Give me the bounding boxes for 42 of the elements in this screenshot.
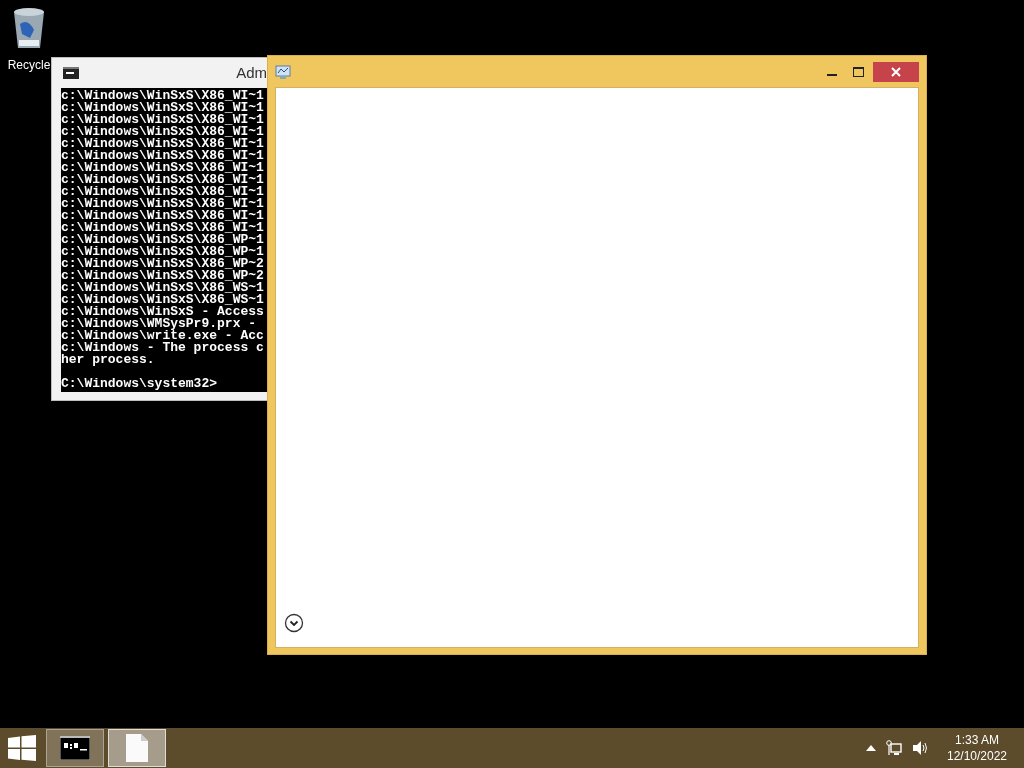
- console-line: c:\Windows\WinSxS\X86_WI~1: [61, 102, 264, 114]
- close-button[interactable]: [873, 61, 919, 82]
- maximize-icon: [852, 66, 864, 77]
- console-line: c:\Windows\WinSxS\X86_WI~1: [61, 186, 264, 198]
- chevron-down-button[interactable]: [284, 613, 304, 633]
- console-line: c:\Windows\WinSxS\X86_WI~1: [61, 210, 264, 222]
- clock-date[interactable]: 12/10/2022: [938, 748, 1016, 764]
- chart-icon: [275, 64, 291, 79]
- console-line: c:\Windows\WinSxS\X86_WI~1: [61, 198, 264, 210]
- console-prompt: C:\Windows\system32>: [61, 378, 218, 390]
- console-line: c:\Windows\WinSxS\X86_WI~1: [61, 150, 264, 162]
- console-line: her process.: [61, 354, 155, 366]
- console-icon: [60, 736, 90, 760]
- console-line: c:\Windows - The process c: [61, 342, 264, 354]
- window-title: Adm: [236, 62, 267, 83]
- console-line: c:\Windows\write.exe - Acc: [61, 330, 264, 342]
- console-line: c:\Windows\WinSxS\X86_WI~1: [61, 138, 264, 150]
- console-line: c:\Windows\WinSxS\X86_WI~1: [61, 222, 264, 234]
- show-hidden-icons-button[interactable]: [866, 745, 876, 751]
- desktop-icon-label[interactable]: Recycle: [7, 56, 51, 74]
- speaker-icon[interactable]: [912, 740, 928, 756]
- console-line: c:\Windows\WinSxS\X86_WI~1: [61, 174, 264, 186]
- clock-time[interactable]: 1:33 AM: [938, 732, 1016, 748]
- console-line: c:\Windows\WinSxS\X86_WI~1: [61, 162, 264, 174]
- start-button[interactable]: [8, 735, 36, 761]
- console-line: c:\Windows\WinSxS\X86_WS~1: [61, 282, 264, 294]
- console-line: c:\Windows\WinSxS\X86_WI~1: [61, 114, 264, 126]
- console-line: c:\Windows\WinSxS\X86_WP~2: [61, 258, 264, 270]
- console-line: c:\Windows\WinSxS\X86_WI~1: [61, 126, 264, 138]
- console-icon: [63, 67, 79, 79]
- document-icon: [126, 734, 148, 762]
- console-line: c:\Windows\WinSxS - Access: [61, 306, 264, 318]
- console-line: c:\Windows\WinSxS\X86_WS~1: [61, 294, 264, 306]
- console-line: c:\Windows\WinSxS\X86_WP~2: [61, 270, 264, 282]
- console-line: c:\Windows\WinSxS\X86_WP~1: [61, 246, 264, 258]
- close-icon: [891, 66, 901, 77]
- minimize-icon: [827, 74, 837, 76]
- taskbar-button[interactable]: [46, 729, 104, 767]
- console-line: c:\Windows\WMSysPr9.prx -: [61, 318, 257, 330]
- console-line: c:\Windows\WinSxS\X86_WP~1: [61, 234, 264, 246]
- console-line: c:\Windows\WinSxS\X86_WI~1: [61, 90, 264, 102]
- network-icon[interactable]: [886, 740, 902, 756]
